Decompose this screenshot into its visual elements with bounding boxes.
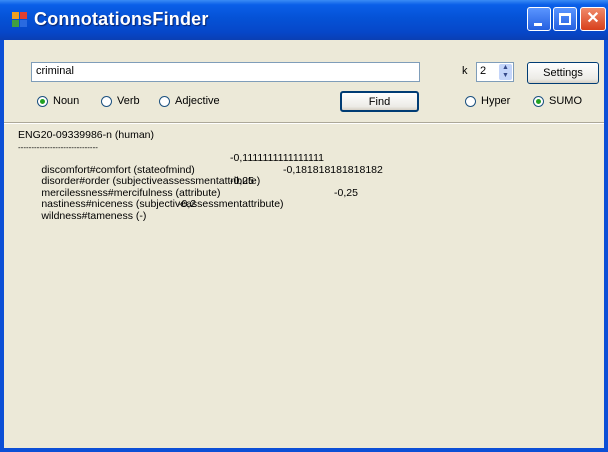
settings-button[interactable]: Settings <box>527 62 599 84</box>
radio-label: Hyper <box>481 95 511 107</box>
result-header: ENG20-09339986-n (human) <box>18 129 154 141</box>
radio-dot <box>533 95 544 107</box>
app-window: ConnotationsFinder ✕ criminal k 2 ▲ ▼ Set… <box>0 0 608 452</box>
radio-label: Adjective <box>175 95 220 107</box>
radio-dot <box>101 95 112 107</box>
radio-hyper[interactable]: Hyper <box>465 95 510 107</box>
result-score: -0,181818181818182 <box>283 163 383 176</box>
close-button[interactable]: ✕ <box>580 7 606 31</box>
k-label: k <box>462 65 468 77</box>
maximize-icon <box>559 13 571 25</box>
window-title: ConnotationsFinder <box>34 9 209 29</box>
radio-dot <box>159 95 170 107</box>
radio-sumo[interactable]: SUMO <box>533 95 582 107</box>
app-icon <box>12 12 28 28</box>
radio-label: Noun <box>53 95 80 107</box>
result-score: -0,2 <box>178 198 197 210</box>
title-bar[interactable]: ConnotationsFinder ✕ <box>0 0 608 40</box>
minimize-icon <box>534 23 542 26</box>
spin-updown-icon[interactable]: ▲ ▼ <box>499 64 512 80</box>
result-score: -0,25 <box>334 186 358 199</box>
radio-label: Verb <box>117 95 140 107</box>
close-icon: ✕ <box>586 10 600 27</box>
client-area: criminal k 2 ▲ ▼ Settings Noun Verb Adjec… <box>4 40 604 448</box>
k-value: 2 <box>480 65 487 77</box>
result-score: -0,1111111111111111 <box>230 152 324 164</box>
result-term: wildness#tameness (-) <box>41 209 147 222</box>
radio-noun[interactable]: Noun <box>37 95 79 107</box>
results-text[interactable]: ENG20-09339986-n (human) ---------------… <box>18 129 383 221</box>
result-row: discomfort#comfort (stateofmind) -0,1111… <box>18 152 324 175</box>
radio-dot <box>465 95 476 107</box>
search-input[interactable]: criminal <box>31 62 420 82</box>
radio-verb[interactable]: Verb <box>101 95 140 107</box>
maximize-button[interactable] <box>553 7 577 31</box>
find-button[interactable]: Find <box>340 91 419 112</box>
radio-dot <box>37 95 48 107</box>
minimize-button[interactable] <box>527 7 551 31</box>
radio-label: SUMO <box>549 95 582 107</box>
result-row: wildness#tameness (-) -0,2 <box>18 198 284 221</box>
k-stepper[interactable]: 2 ▲ ▼ <box>476 62 514 82</box>
result-row: nastiness#niceness (subjectiveassessment… <box>18 187 358 210</box>
divider <box>4 122 604 124</box>
radio-adjective[interactable]: Adjective <box>159 95 220 107</box>
result-score: -0,25 <box>230 175 254 187</box>
result-row: mercilessness#mercifulness (attribute) -… <box>18 175 284 198</box>
